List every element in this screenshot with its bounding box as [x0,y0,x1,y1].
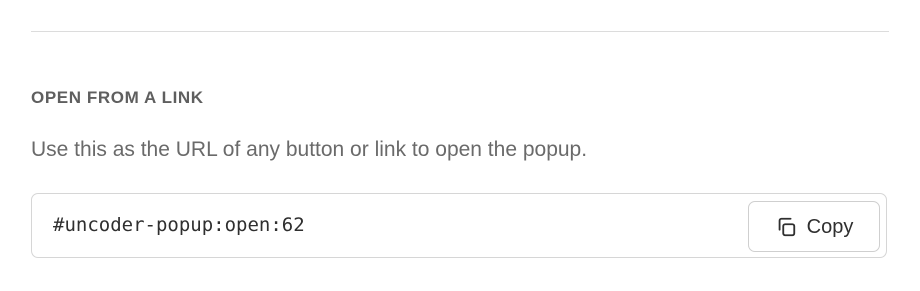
copy-button[interactable]: Copy [748,201,880,252]
section-description: Use this as the URL of any button or lin… [31,138,588,161]
copy-icon [775,216,797,238]
popup-url-value[interactable]: #uncoder-popup:open:62 [53,194,305,257]
popup-url-field[interactable]: #uncoder-popup:open:62 Copy [31,193,887,258]
section-divider [31,31,889,32]
copy-button-label: Copy [806,215,854,238]
section-title: OPEN FROM A LINK [31,88,204,107]
